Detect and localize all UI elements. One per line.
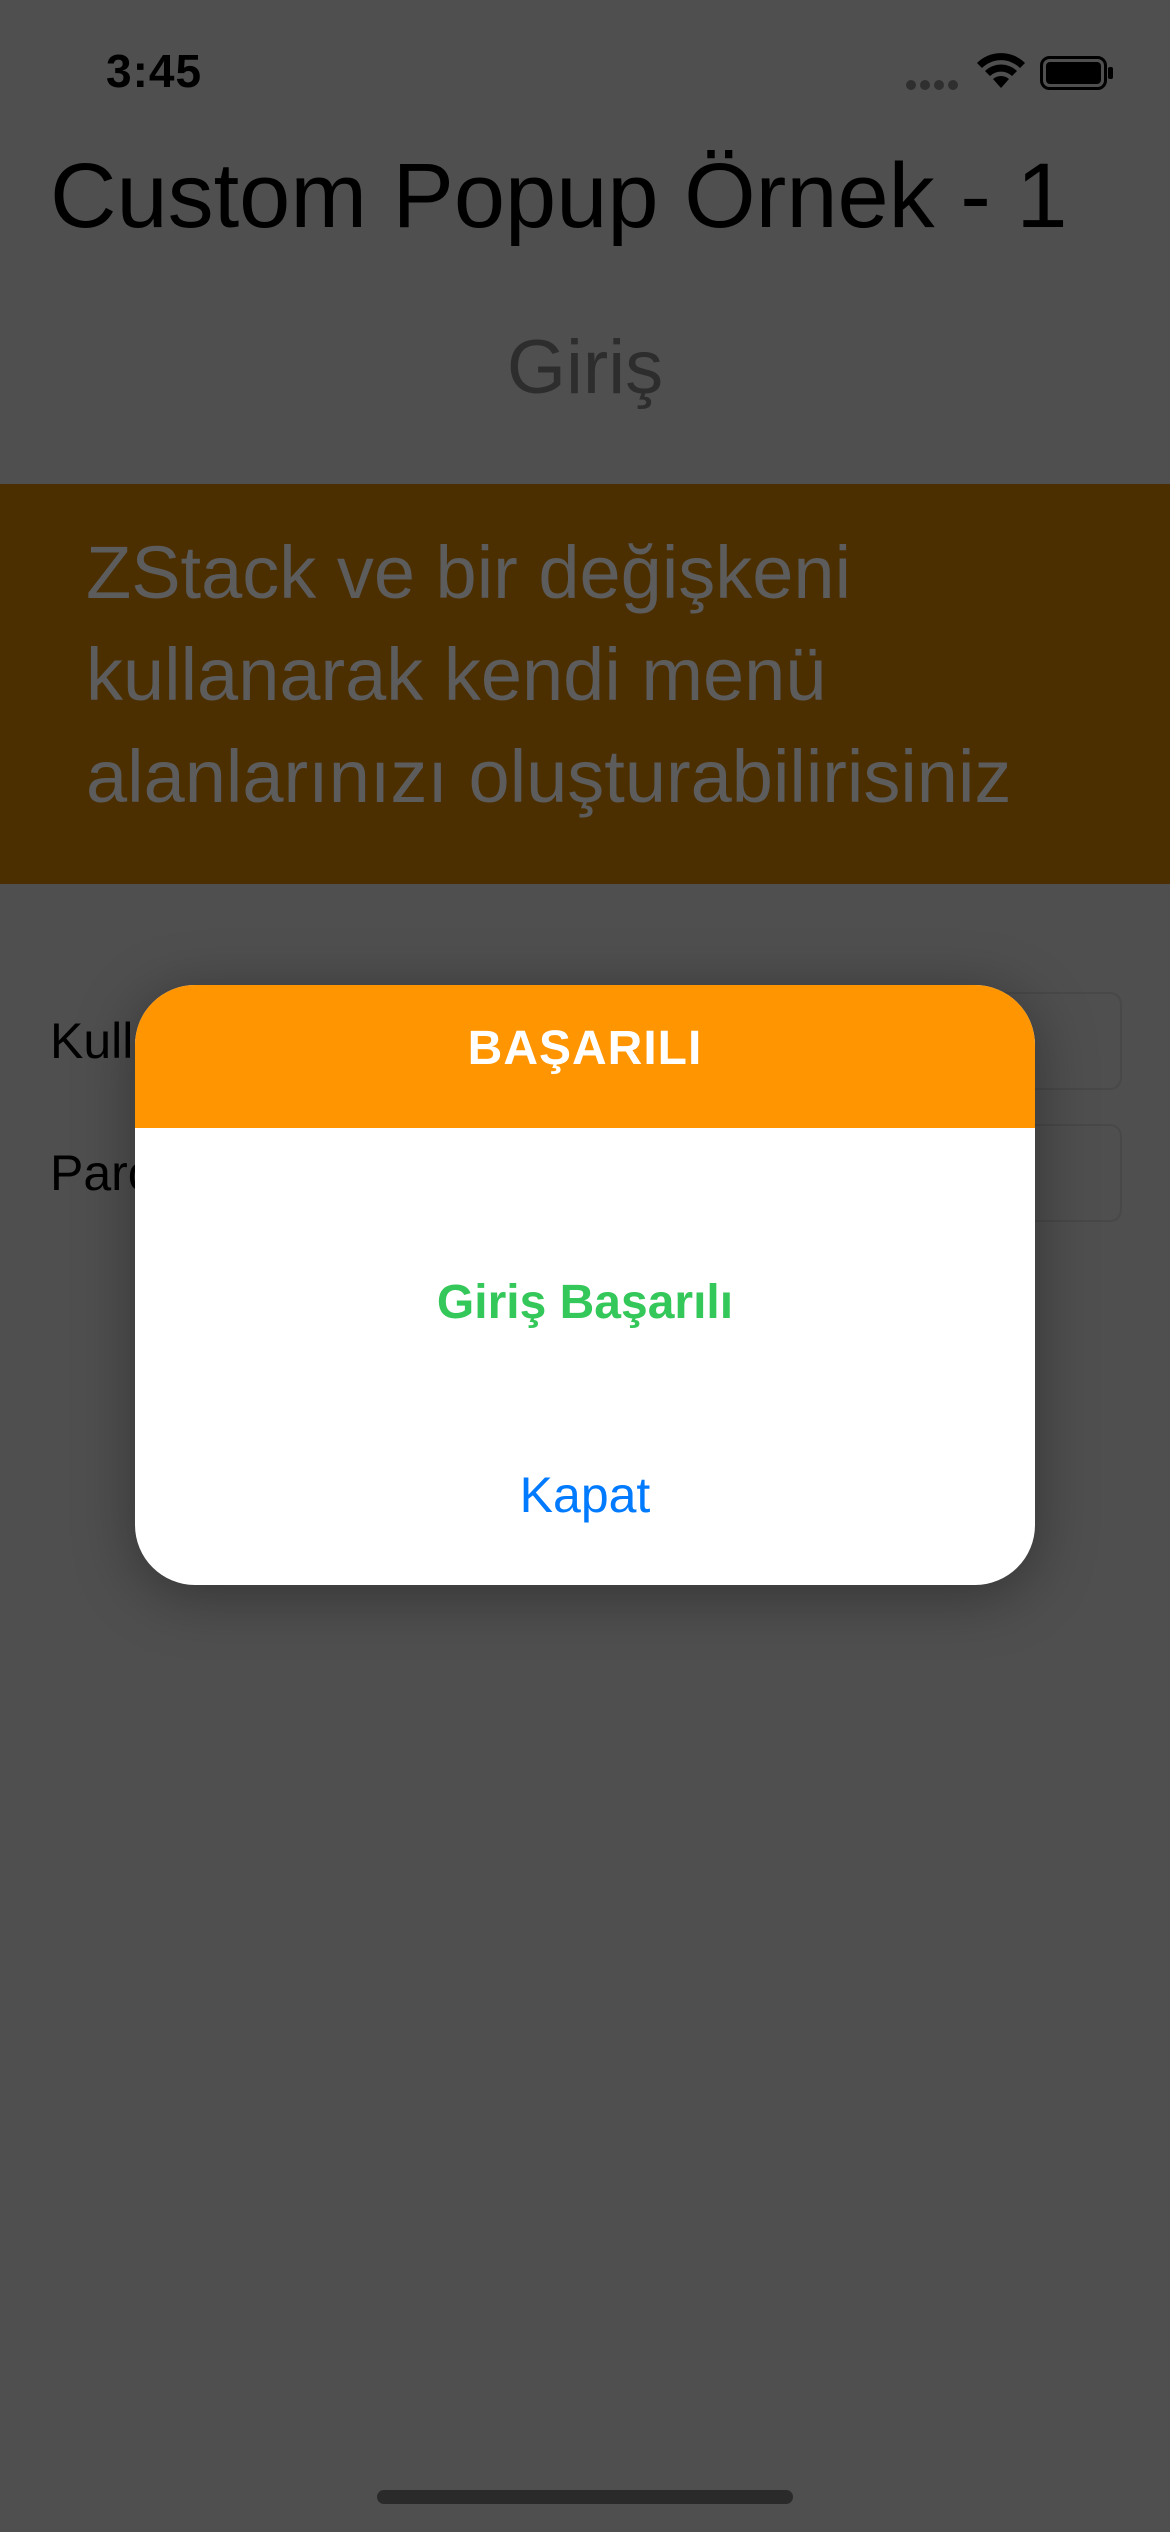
wifi-icon — [977, 53, 1025, 88]
info-banner: ZStack ve bir değişkeni kullanarak kendi… — [0, 484, 1170, 884]
screen: 3:45 Custom Popup Örnek - 1 Giriş ZStack… — [0, 0, 1170, 2532]
page-title: Custom Popup Örnek - 1 — [50, 145, 1068, 247]
status-bar: 3:45 — [0, 0, 1170, 150]
popup-title: BAŞARILI — [467, 1022, 703, 1075]
info-text: ZStack ve bir değişkeni kullanarak kendi… — [86, 531, 1012, 818]
close-button[interactable]: Kapat — [435, 1455, 735, 1535]
battery-icon — [1040, 56, 1113, 90]
username-label: Kull — [50, 1013, 134, 1069]
home-indicator[interactable] — [377, 2490, 793, 2504]
popup-message: Giriş Başarılı — [436, 1276, 734, 1329]
status-time: 3:45 — [106, 45, 203, 97]
success-popup: BAŞARILI Giriş Başarılı Kapat — [135, 985, 1035, 1585]
login-heading: Giriş — [506, 325, 664, 410]
popup-header: BAŞARILI — [135, 985, 1035, 1128]
signal-icon — [906, 80, 960, 90]
